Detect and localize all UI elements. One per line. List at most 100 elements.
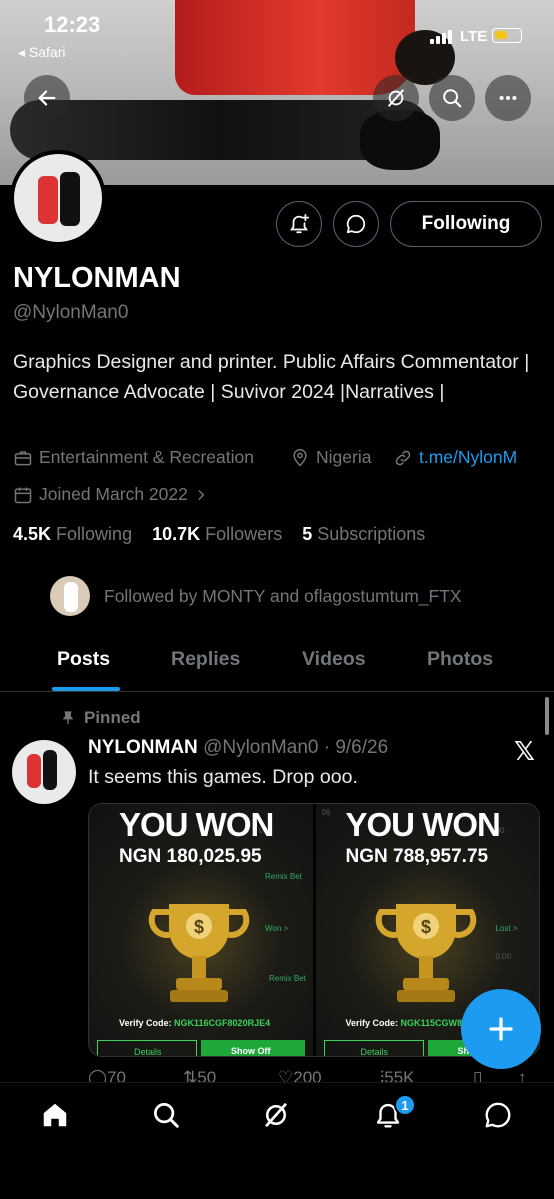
- location-icon: [293, 448, 307, 467]
- back-to-app[interactable]: ◂ Safari: [18, 44, 66, 61]
- home-icon: [43, 1103, 67, 1127]
- active-tab-indicator: [52, 687, 120, 691]
- show-off-button-1: Show Off: [201, 1040, 305, 1056]
- bookmark-action[interactable]: ▯: [473, 1068, 482, 1082]
- avatar-figure-black: [60, 172, 80, 226]
- reply-count: 70: [107, 1068, 126, 1082]
- tab-replies[interactable]: Replies: [171, 648, 240, 671]
- link-icon: [395, 450, 411, 465]
- more-button[interactable]: [485, 75, 531, 121]
- profile-bio: Graphics Designer and printer. Public Af…: [13, 351, 530, 403]
- compose-button[interactable]: [461, 989, 541, 1069]
- subscriptions-stat[interactable]: 5 Subscriptions: [302, 524, 425, 544]
- joined-label: Joined March 2022: [39, 484, 188, 504]
- network-label: LTE: [460, 28, 488, 45]
- post-text: It seems this games. Drop ooo.: [88, 766, 358, 788]
- post-avatar[interactable]: [12, 740, 76, 804]
- subscriptions-count: 5: [302, 524, 313, 544]
- profile-handle: @NylonMan0: [13, 302, 129, 323]
- plus-icon: [489, 1017, 513, 1041]
- battery-icon: [492, 28, 522, 43]
- followed-by[interactable]: Followed by MONTY and oflagostumtum_FTX: [50, 574, 462, 618]
- followers-label: Followers: [205, 524, 283, 544]
- svg-text:$: $: [420, 917, 430, 937]
- views-action[interactable]: ⫶ 55K: [380, 1068, 415, 1082]
- scrollbar[interactable]: [545, 697, 549, 735]
- status-bar: 12:23 ◂ Safari LTE: [0, 10, 554, 60]
- link-label[interactable]: t.me/NylonM: [419, 447, 517, 468]
- post-actions: ◯ 70 ⇅ 50 ♡ 200 ⫶ 55K ▯ ↑: [88, 1068, 538, 1082]
- tab-videos[interactable]: Videos: [302, 648, 366, 671]
- profile-name: NYLONMAN: [13, 262, 181, 294]
- followed-by-text: Followed by MONTY and oflagostumtum_FTX: [104, 585, 462, 606]
- grok-icon: [387, 89, 405, 107]
- tab-posts[interactable]: Posts: [57, 648, 110, 671]
- verify-code-1: Verify Code: NGK116CGF8020RJE4: [119, 1018, 271, 1028]
- message-icon: [346, 214, 366, 234]
- won-label-1: YOU WON: [119, 806, 274, 843]
- repost-action[interactable]: ⇅ 50: [183, 1068, 216, 1082]
- repost-count: 50: [197, 1068, 217, 1082]
- like-count: 200: [293, 1068, 322, 1082]
- nav-search[interactable]: [150, 1099, 182, 1131]
- grok-icon: [264, 1102, 288, 1128]
- calendar-icon: [14, 487, 32, 503]
- profile-category: Entertainment & Recreation: [13, 447, 254, 468]
- nav-grok[interactable]: [260, 1099, 292, 1131]
- view-count: 55K: [384, 1068, 415, 1082]
- grok-button[interactable]: [373, 75, 419, 121]
- search-icon: [443, 89, 462, 108]
- profile-stats: 4.5K Following 10.7K Followers 5 Subscri…: [13, 524, 425, 545]
- details-button-1: Details: [97, 1040, 197, 1056]
- x-logo-icon: 𝕏: [514, 736, 535, 766]
- like-action[interactable]: ♡ 200: [278, 1068, 322, 1082]
- media-image-1[interactable]: 00 Remix Bet Won > Remix Bet YOU WON NGN…: [89, 804, 313, 1056]
- notify-button[interactable]: [276, 201, 322, 247]
- profile-avatar[interactable]: [10, 150, 106, 246]
- post-header[interactable]: NYLONMAN @NylonMan0 · 9/6/26: [88, 737, 388, 759]
- search-button[interactable]: [429, 75, 475, 121]
- nav-messages[interactable]: [482, 1099, 514, 1131]
- pin-icon: [62, 711, 74, 724]
- avatar-figure-red: [38, 176, 58, 224]
- reply-action[interactable]: ◯ 70: [88, 1068, 126, 1082]
- search-icon: [154, 1103, 179, 1128]
- subscriptions-label: Subscriptions: [317, 524, 426, 544]
- signal-icon: [430, 30, 454, 44]
- nav-home[interactable]: [39, 1099, 71, 1131]
- notification-badge: 1: [394, 1094, 416, 1116]
- following-stat[interactable]: 4.5K Following: [13, 524, 132, 544]
- post-avatar-figure-red: [27, 754, 41, 788]
- back-button[interactable]: [24, 75, 70, 121]
- pinned-label: Pinned: [84, 708, 141, 727]
- svg-text:$: $: [194, 917, 204, 937]
- message-button[interactable]: [333, 201, 379, 247]
- share-action[interactable]: ↑: [518, 1068, 527, 1082]
- arrow-left-icon: [38, 90, 56, 106]
- chevron-right-icon: [198, 489, 205, 500]
- location-label: Nigeria: [316, 447, 372, 467]
- followers-count: 10.7K: [152, 524, 201, 544]
- briefcase-icon: [14, 450, 32, 465]
- post-author[interactable]: NYLONMAN: [88, 737, 198, 758]
- bottom-nav: [0, 1082, 554, 1199]
- trophy-icon: $: [375, 904, 476, 1002]
- status-time: 12:23: [44, 12, 101, 37]
- won-amount-2: NGN 788,957.75: [345, 846, 489, 867]
- bell-plus-icon: [290, 213, 310, 234]
- won-label-2: YOU WON: [345, 806, 501, 843]
- profile-location: Nigeria: [290, 447, 371, 468]
- tab-photos[interactable]: Photos: [427, 648, 493, 671]
- won-amount-1: NGN 180,025.95: [119, 846, 262, 867]
- more-icon: [499, 95, 517, 101]
- following-button[interactable]: Following: [390, 201, 542, 247]
- trophy-icon: $: [148, 904, 250, 1002]
- pinned-indicator: Pinned: [60, 708, 141, 728]
- message-icon: [485, 1102, 511, 1128]
- profile-joined[interactable]: Joined March 2022: [13, 484, 208, 505]
- verify-code-2: Verify Code: NGK115CGW8: [345, 1018, 463, 1028]
- profile-link[interactable]: t.me/NylonM: [393, 447, 517, 468]
- category-label: Entertainment & Recreation: [39, 447, 254, 467]
- followers-stat[interactable]: 10.7K Followers: [152, 524, 282, 544]
- details-button-2: Details: [323, 1040, 424, 1056]
